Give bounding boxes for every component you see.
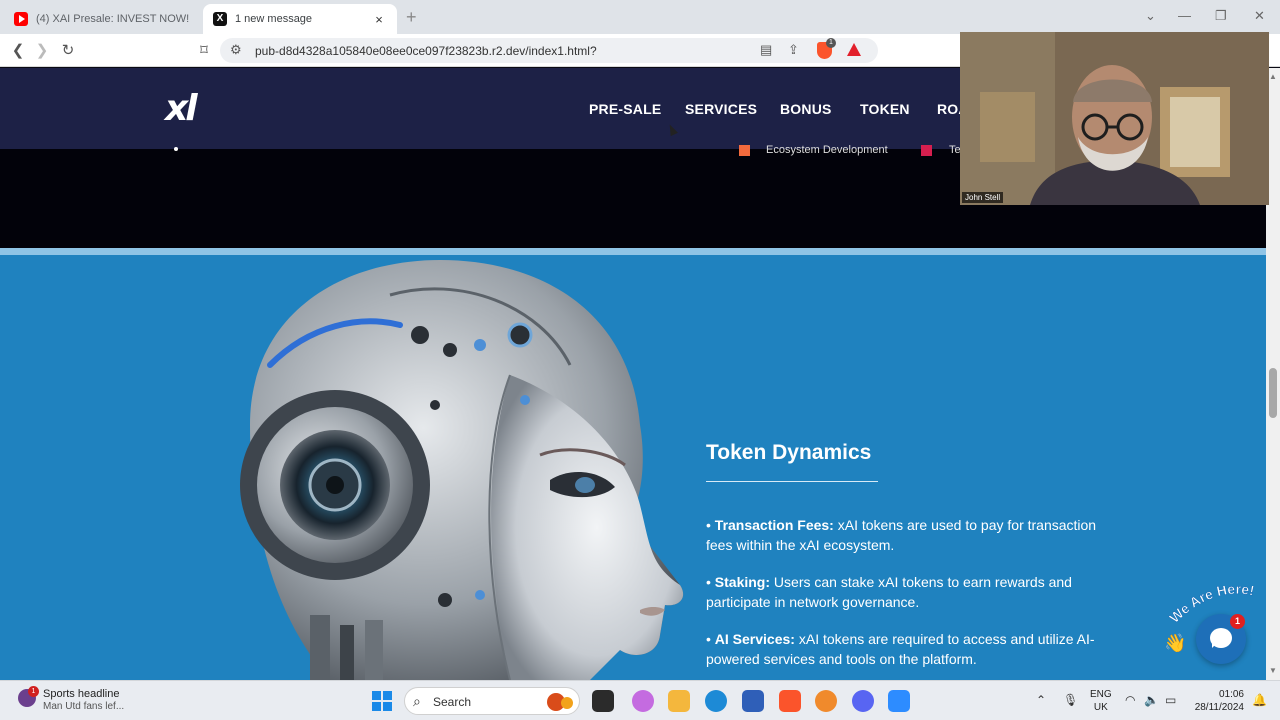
forward-icon[interactable]: ❯ bbox=[33, 41, 51, 59]
point-transaction-fees: • Transaction Fees: xAI tokens are used … bbox=[706, 515, 1126, 555]
wifi-icon[interactable]: ◠ bbox=[1125, 693, 1135, 707]
copilot-icon[interactable] bbox=[632, 690, 654, 712]
robot-head-image bbox=[240, 260, 684, 680]
chat-unread-badge: 1 bbox=[1230, 614, 1245, 629]
tab-title: 1 new message bbox=[235, 13, 313, 25]
tab-search-button[interactable]: ⌄ bbox=[1145, 8, 1156, 24]
brave-rewards-icon[interactable] bbox=[847, 43, 861, 56]
tab-strip: (4) XAI Presale: INVEST NOW! Top C X 1 n… bbox=[0, 0, 1280, 34]
bullet: • bbox=[706, 574, 711, 590]
title-underline bbox=[706, 481, 878, 482]
youtube-icon bbox=[14, 12, 28, 26]
firefox-icon[interactable] bbox=[815, 690, 837, 712]
microphone-icon[interactable]: 🎙 bbox=[1063, 693, 1078, 707]
clock[interactable]: 01:06 28/11/2024 bbox=[1190, 688, 1244, 714]
tab-new-message[interactable]: X 1 new message × bbox=[203, 4, 397, 34]
address-bar[interactable]: ⚙ pub-d8d4328a105840e08ee0ce097f23823b.r… bbox=[220, 38, 878, 63]
x-favicon-icon: X bbox=[213, 12, 227, 26]
legend-swatch bbox=[739, 144, 750, 156]
point-label: Transaction Fees: bbox=[714, 517, 834, 533]
reload-icon[interactable]: ↻ bbox=[59, 41, 77, 59]
share-icon[interactable]: ⇪ bbox=[788, 42, 799, 58]
point-staking: • Staking: Users can stake xAI tokens to… bbox=[706, 572, 1126, 612]
section-title: Token Dynamics bbox=[706, 441, 872, 464]
scroll-down-icon[interactable]: ▼ bbox=[1269, 666, 1277, 675]
section-divider bbox=[0, 248, 1266, 255]
minimize-button[interactable]: — bbox=[1178, 8, 1191, 23]
legend-swatch bbox=[921, 144, 932, 156]
legend-item-team: Te bbox=[921, 144, 961, 156]
task-view-icon[interactable] bbox=[592, 690, 614, 712]
back-icon[interactable]: ❮ bbox=[9, 41, 27, 59]
legend-label: Te bbox=[949, 144, 961, 156]
chat-bubble-icon bbox=[1210, 628, 1232, 648]
clock-time: 01:06 bbox=[1218, 689, 1244, 700]
edge-icon[interactable] bbox=[705, 690, 727, 712]
tab-close-button[interactable]: × bbox=[371, 12, 387, 27]
brave-icon[interactable] bbox=[779, 690, 801, 712]
restore-button[interactable]: ❐ bbox=[1215, 8, 1227, 24]
news-badge: 1 bbox=[28, 686, 39, 697]
point-ai-services: • AI Services: xAI tokens are required t… bbox=[706, 629, 1126, 669]
search-label: Search bbox=[433, 695, 472, 709]
brave-shields-badge: 1 bbox=[826, 38, 836, 48]
volume-icon[interactable]: 🔈 bbox=[1144, 693, 1159, 707]
start-icon[interactable] bbox=[372, 691, 392, 711]
region-code: UK bbox=[1093, 702, 1108, 713]
clock-date: 28/11/2024 bbox=[1194, 702, 1244, 713]
point-label: Staking: bbox=[714, 574, 771, 590]
legend-item-ecosystem: Ecosystem Development bbox=[739, 144, 888, 156]
bookmark-icon[interactable]: ⌑ bbox=[195, 41, 213, 59]
nav-bonus[interactable]: BONUS bbox=[780, 101, 832, 117]
search-icon: ⌕ bbox=[413, 693, 421, 709]
legend-label: Ecosystem Development bbox=[766, 144, 888, 156]
tab-xai-presale[interactable]: (4) XAI Presale: INVEST NOW! Top C bbox=[4, 4, 200, 34]
participant-name: John Stell bbox=[962, 192, 1004, 203]
legend-dot bbox=[174, 147, 178, 151]
point-label: AI Services: bbox=[714, 631, 795, 647]
nav-pre-sale[interactable]: PRE-SALE bbox=[589, 101, 661, 117]
token-dynamics-section: Token Dynamics • Transaction Fees: xAI t… bbox=[0, 255, 1266, 680]
language-indicator[interactable]: ENG UK bbox=[1090, 688, 1112, 714]
news-subtext[interactable]: Man Utd fans lef... bbox=[43, 701, 124, 712]
close-window-button[interactable]: ✕ bbox=[1254, 8, 1265, 24]
site-settings-icon[interactable]: ⚙ bbox=[230, 42, 242, 58]
bullet: • bbox=[706, 517, 711, 533]
news-headline[interactable]: Sports headline bbox=[43, 688, 119, 700]
scroll-up-icon[interactable]: ▲ bbox=[1269, 72, 1277, 81]
reader-mode-icon[interactable]: ▤ bbox=[760, 42, 772, 58]
zoom-icon[interactable] bbox=[888, 690, 910, 712]
tab-title: (4) XAI Presale: INVEST NOW! Top C bbox=[36, 13, 190, 25]
store-icon[interactable] bbox=[742, 690, 764, 712]
scrollbar-thumb[interactable] bbox=[1269, 368, 1277, 418]
bullet: • bbox=[706, 631, 711, 647]
battery-icon[interactable]: ▭ bbox=[1165, 693, 1176, 707]
language-code: ENG bbox=[1090, 689, 1112, 700]
notifications-icon[interactable]: 🔔 bbox=[1252, 693, 1267, 707]
new-tab-button[interactable]: + bbox=[406, 7, 417, 28]
video-call-overlay[interactable]: John Stell bbox=[960, 32, 1269, 205]
search-highlight-icon bbox=[561, 697, 573, 709]
waving-hand-icon: 👋 bbox=[1164, 633, 1187, 653]
xai-logo[interactable]: xl bbox=[165, 88, 198, 129]
url-text[interactable]: pub-d8d4328a105840e08ee0ce097f23823b.r2.… bbox=[255, 44, 597, 58]
nav-token[interactable]: TOKEN bbox=[860, 101, 910, 117]
tray-overflow-icon[interactable]: ⌃ bbox=[1036, 693, 1046, 707]
file-explorer-icon[interactable] bbox=[668, 690, 690, 712]
windows-taskbar: 1 Sports headline Man Utd fans lef... ⌕ … bbox=[0, 680, 1280, 720]
taskbar-search[interactable]: ⌕ Search bbox=[404, 687, 580, 715]
nav-services[interactable]: SERVICES bbox=[685, 101, 757, 117]
participant-video bbox=[960, 32, 1269, 205]
discord-icon[interactable] bbox=[852, 690, 874, 712]
